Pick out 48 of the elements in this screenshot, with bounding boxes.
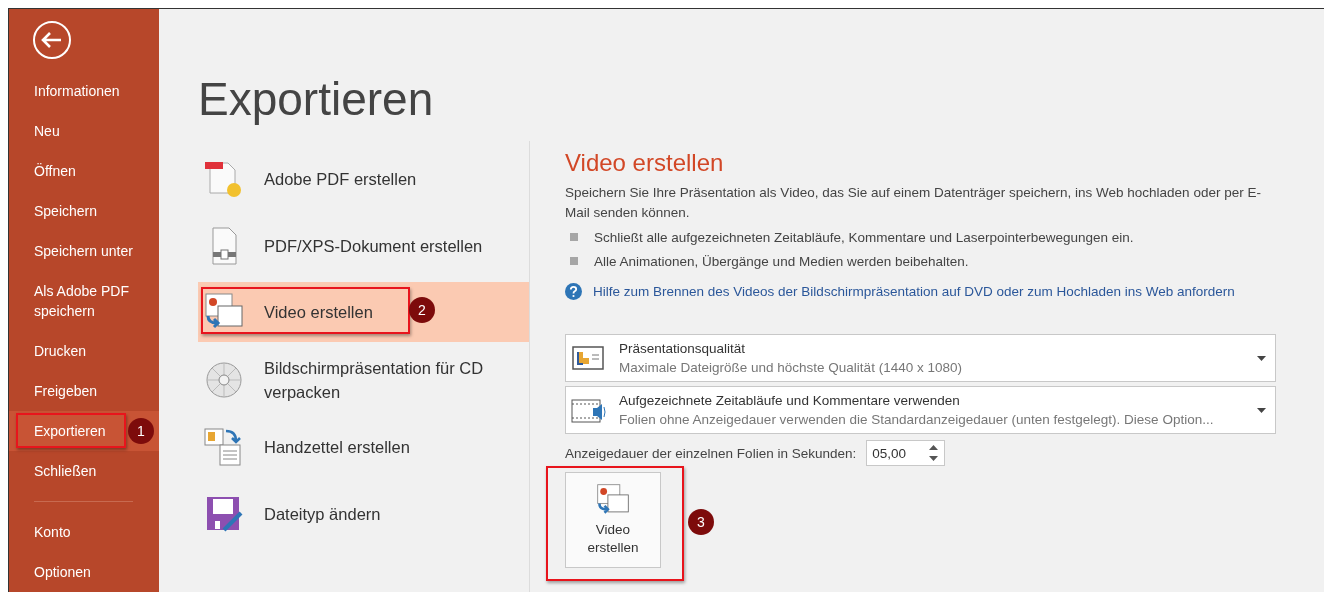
dropdown[interactable]: Präsentationsqualität Maximale Dateigröße und höchste Qualität (1440 x 1080) [565, 334, 1276, 382]
step-badge: 2 [409, 297, 435, 323]
bullet-icon [570, 233, 578, 241]
create-video-button[interactable]: Video erstellen [565, 472, 661, 568]
sidebar-item[interactable]: Freigeben [34, 381, 98, 401]
handout-icon [204, 426, 244, 467]
help-icon [565, 283, 582, 300]
step-badge: 1 [128, 418, 154, 444]
field-label: Anzeigedauer der einzelnen Folien in Sekunden: [565, 445, 857, 461]
dropdown-title: Aufgezeichnete Zeitabläufe und Kommentare verwenden [619, 393, 961, 408]
dropdown-title: Präsentationsqualität [619, 341, 747, 356]
step-badge: 3 [688, 509, 714, 535]
caret-icon [1257, 356, 1266, 361]
page-title: Exportieren [198, 72, 435, 127]
slide-icon [571, 344, 605, 372]
sidebar-item[interactable]: Exportieren [34, 421, 106, 441]
sidebar-item[interactable]: Schließen [34, 461, 97, 481]
export-option[interactable]: Video erstellen 2 [198, 282, 529, 342]
description-text: Speichern Sie Ihre Präsentation als Video, das Sie auf einem Datenträger speichern, ins Web hochladen oder per E-Mail senden können. [565, 184, 1262, 222]
sidebar-item[interactable]: Neu [34, 121, 60, 141]
spin-arrows-icon [929, 444, 939, 462]
section-title: Video erstellen [565, 148, 725, 178]
export-option[interactable]: PDF/XPS-Dokument erstellen [198, 212, 529, 279]
sidebar-item[interactable]: Öffnen [34, 161, 76, 181]
bullet-text: Alle Animationen, Übergänge und Medien werden beibehalten. [594, 253, 969, 269]
help-link[interactable]: Hilfe zum Brennen des Videos der Bildschirmpräsentation auf DVD oder zum Hochladen ins Web anfordern [593, 284, 1235, 299]
bullet-icon [570, 257, 578, 265]
bullet-text: Schließt alle aufgezeichneten Zeitabläufe, Kommentare und Laserpointerbewegungen ein. [594, 229, 1134, 245]
video-slide-icon [596, 483, 630, 517]
sidebar-item[interactable]: Konto [34, 522, 71, 542]
sidebar-item[interactable]: Speichern unter [34, 241, 133, 261]
disc-icon [204, 359, 244, 400]
sidebar-item[interactable]: Speichern [34, 201, 98, 221]
export-option[interactable]: Dateityp ändern [198, 480, 529, 547]
number-field[interactable]: 05,00 [866, 440, 946, 466]
sidebar-item[interactable]: Optionen [34, 562, 91, 582]
sidebar-item[interactable]: Informationen [34, 81, 120, 101]
back-icon[interactable] [32, 20, 72, 60]
export-option[interactable]: Adobe PDF erstellen [198, 145, 529, 212]
dropdown[interactable]: Aufgezeichnete Zeitabläufe und Kommentare verwenden Folien ohne Anzeigedauer verwenden die Standardanzeigedauer (unten festgelegt). Diese Option... [565, 386, 1276, 434]
dropdown-subtitle: Maximale Dateigröße und höchste Qualität (1440 x 1080) [619, 360, 962, 375]
export-option[interactable]: Handzettel erstellen [198, 413, 529, 480]
sidebar-item[interactable]: Als Adobe PDF speichern [34, 281, 144, 321]
export-option[interactable]: Bildschirmpräsentation für CD verpacken [198, 346, 529, 413]
sidebar-item[interactable]: Drucken [34, 341, 87, 361]
caret-icon [1257, 408, 1266, 413]
film-speaker-icon [571, 396, 607, 426]
dropdown-subtitle: Folien ohne Anzeigedauer verwenden die Standardanzeigedauer (unten festgelegt). Diese Option... [619, 412, 1214, 427]
